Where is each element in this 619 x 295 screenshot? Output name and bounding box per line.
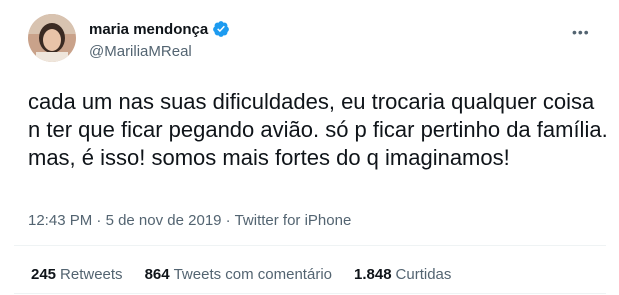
tweet-source[interactable]: Twitter for iPhone xyxy=(235,212,352,229)
more-dots-icon[interactable]: ••• xyxy=(572,24,590,40)
retweets-count: 245 xyxy=(31,266,57,283)
tweet-meta: 12:43 PM · 5 de nov de 2019 · Twitter fo… xyxy=(28,212,351,229)
quote-tweets-stat[interactable]: 864 Tweets com comentário xyxy=(145,266,332,283)
tweet-date[interactable]: 5 de nov de 2019 xyxy=(106,212,222,229)
author-display-name[interactable]: maria mendonça xyxy=(89,21,208,38)
verified-badge-icon xyxy=(212,20,230,38)
quote-tweets-label: Tweets com comentário xyxy=(173,266,332,283)
avatar[interactable] xyxy=(28,14,76,62)
tweet-time[interactable]: 12:43 PM xyxy=(28,212,92,229)
likes-label: Curtidas xyxy=(395,266,452,283)
avatar-image xyxy=(28,14,76,62)
retweets-stat[interactable]: 245 Retweets xyxy=(31,266,123,283)
divider xyxy=(14,245,606,246)
tweet-card: maria mendonça @MariliaMReal ••• cada um… xyxy=(0,0,619,295)
tweet-text: cada um nas suas dificuldades, eu trocar… xyxy=(28,89,608,170)
author-handle[interactable]: @MariliaMReal xyxy=(89,43,192,60)
retweets-label: Retweets xyxy=(60,266,123,283)
divider xyxy=(14,293,606,294)
likes-count: 1.848 xyxy=(354,266,392,283)
quote-tweets-count: 864 xyxy=(144,266,170,283)
tweet-stats: 245 Retweets 864 Tweets com comentário 1.8… xyxy=(31,266,473,283)
meta-separator: · xyxy=(96,212,106,229)
likes-stat[interactable]: 1.848 Curtidas xyxy=(354,266,451,283)
author-name-row: maria mendonça xyxy=(89,20,230,38)
meta-separator: · xyxy=(225,212,235,229)
